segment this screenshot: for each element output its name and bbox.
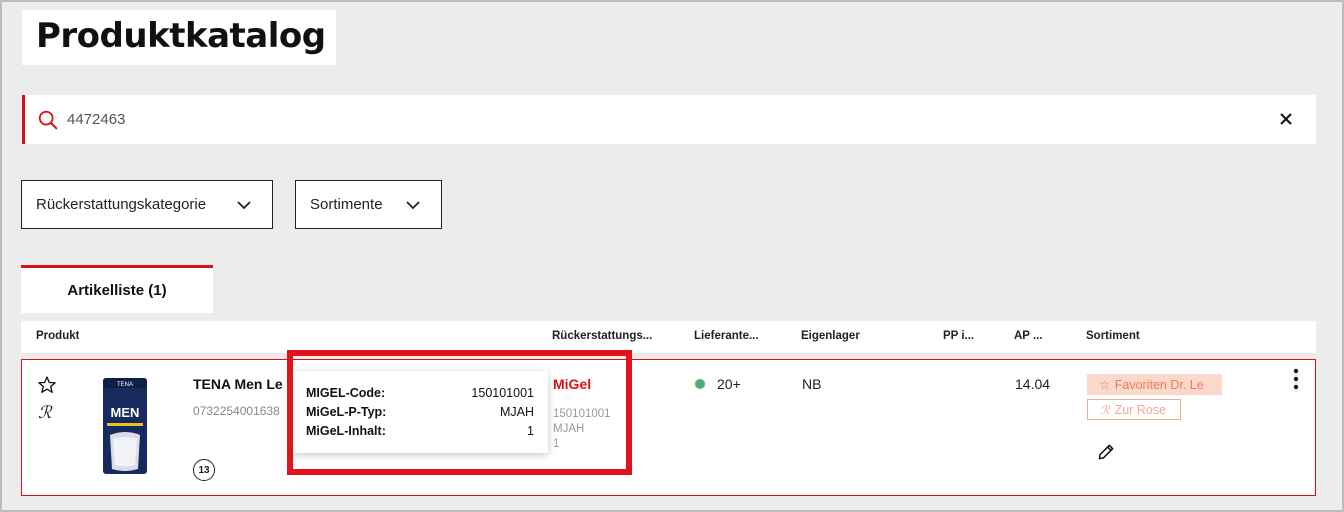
chevron-down-icon: [237, 201, 251, 210]
star-outline-icon[interactable]: [37, 375, 57, 395]
ap-price: 14.04: [1015, 376, 1051, 392]
dropdown-label: Sortimente: [310, 196, 383, 213]
dropdown-label: Rückerstattungskategorie: [36, 196, 207, 213]
reimbursement-label[interactable]: MiGel: [553, 376, 591, 392]
tooltip-row: MiGeL-P-Typ: MJAH: [306, 405, 534, 419]
column-header-assortment[interactable]: Sortiment: [1086, 330, 1140, 342]
reimbursement-content: 1: [553, 438, 560, 450]
svg-text:TENA: TENA: [117, 382, 133, 388]
svg-text:MEN: MEN: [111, 405, 140, 420]
search-input[interactable]: [67, 107, 1247, 131]
tab-article-list[interactable]: Artikelliste (1): [21, 265, 213, 313]
star-outline-icon: ☆: [1099, 377, 1110, 392]
search-icon: [38, 110, 58, 130]
page-title: Produktkatalog: [36, 16, 326, 56]
assortment-tag-label: Favoriten Dr. Le: [1114, 377, 1204, 392]
chevron-down-icon: [406, 201, 420, 210]
reimbursement-category-dropdown[interactable]: Rückerstattungskategorie: [21, 180, 273, 229]
table-header: Produkt Rückerstattungs... Lieferante...…: [21, 321, 1316, 353]
migel-tooltip: MIGEL-Code: 150101001 MiGeL-P-Typ: MJAH …: [293, 371, 548, 453]
assortment-tag-favorites[interactable]: ☆ Favoriten Dr. Le: [1087, 374, 1222, 395]
product-code: 0732254001638: [193, 404, 280, 418]
column-header-pp[interactable]: PP i...: [943, 330, 983, 342]
tena-men-package-icon[interactable]: TENA MEN: [102, 377, 148, 475]
supplier-status-icon: [695, 379, 705, 389]
rx-icon: ℛ: [1100, 402, 1110, 417]
tooltip-value: MJAH: [499, 405, 534, 419]
tooltip-key: MiGeL-Inhalt:: [306, 424, 386, 438]
column-header-reimbursement[interactable]: Rückerstattungs...: [552, 330, 657, 342]
reimbursement-type: MJAH: [553, 423, 585, 435]
product-name[interactable]: TENA Men Le: [193, 376, 283, 392]
tooltip-row: MIGEL-Code: 150101001: [306, 386, 534, 400]
reimbursement-code: 150101001: [553, 408, 611, 420]
variants-count-badge[interactable]: 13: [193, 459, 215, 481]
assortment-tag-zur-rose[interactable]: ℛ Zur Rose: [1087, 399, 1181, 420]
close-icon[interactable]: [1278, 111, 1294, 127]
more-vertical-icon[interactable]: [1292, 368, 1300, 390]
column-header-product[interactable]: Produkt: [36, 330, 79, 342]
table-row[interactable]: ℛ TENA MEN TENA Men Le 0732254001638 13 …: [21, 359, 1316, 496]
tooltip-key: MIGEL-Code:: [306, 386, 386, 400]
tooltip-row: MiGeL-Inhalt: 1: [306, 424, 534, 438]
tooltip-value: 1: [527, 424, 534, 438]
supplier-availability: 20+: [717, 376, 741, 392]
page-title-box: Produktkatalog: [22, 10, 336, 65]
own-stock-value: NB: [802, 376, 822, 392]
tooltip-key: MiGeL-P-Typ:: [306, 405, 387, 419]
rx-icon: ℛ: [38, 403, 52, 423]
search-bar[interactable]: [22, 95, 1316, 144]
column-header-own-stock[interactable]: Eigenlager: [801, 330, 860, 342]
column-header-ap[interactable]: AP ...: [1014, 330, 1049, 342]
pencil-icon[interactable]: [1096, 442, 1116, 462]
assortments-dropdown[interactable]: Sortimente: [295, 180, 442, 229]
tooltip-value: 150101001: [471, 386, 534, 400]
column-header-supplier[interactable]: Lieferante...: [694, 330, 764, 342]
assortment-tag-label: Zur Rose: [1114, 402, 1166, 417]
